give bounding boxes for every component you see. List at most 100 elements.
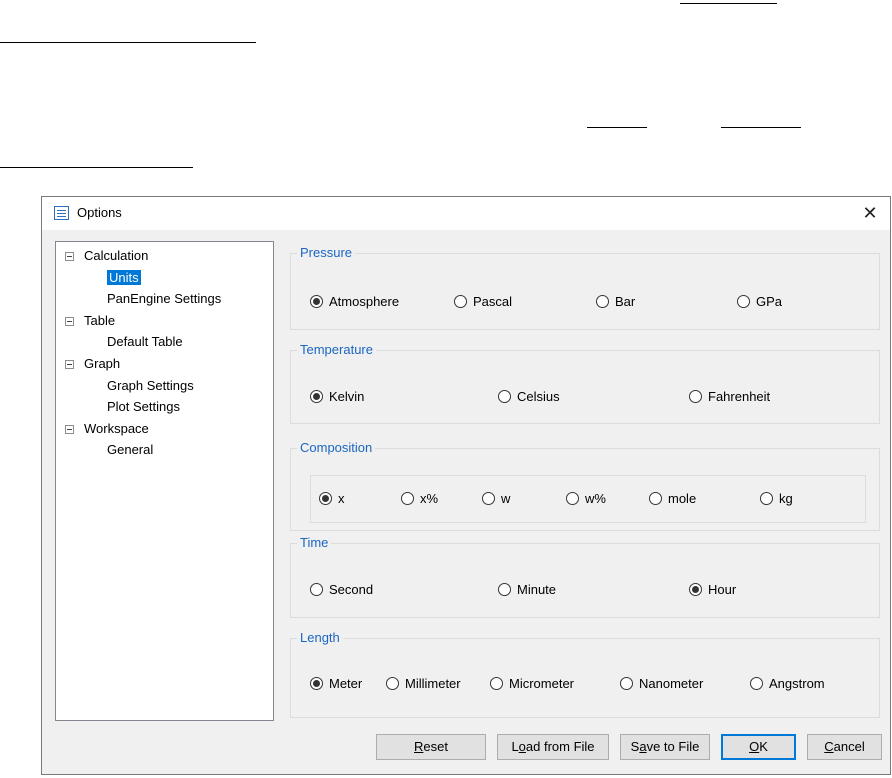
radio-checked-icon[interactable] [310,677,323,690]
radio-label: Minute [517,582,557,597]
tree-item-table[interactable]: Table [65,311,115,331]
save-to-file-button[interactable]: Save to File [620,734,710,760]
options-dialog: Options ✕ Calculation Units PanEngine Sett… [41,196,891,775]
tree-item-calculation[interactable]: Calculation [65,246,148,266]
tree-item-label: PanEngine Settings [107,291,222,307]
tree-item-units[interactable]: Units [107,268,141,288]
pressure-group: Pressure Atmosphere Pascal Bar GPa [290,245,880,330]
length-radio-millimeter[interactable]: Millimeter [386,676,461,692]
ok-button[interactable]: OK [721,734,796,760]
temperature-group: Temperature Kelvin Celsius Fahrenheit [290,342,880,424]
radio-label: Hour [708,582,737,597]
radio-unchecked-icon[interactable] [750,677,763,690]
radio-label: kg [779,491,793,506]
tree-collapse-icon[interactable] [65,360,74,369]
tree-item-label: Units [107,269,141,285]
underline-decoration [721,127,801,128]
tree-item-panengine-settings[interactable]: PanEngine Settings [107,289,221,309]
composition-radio-w[interactable]: w [482,491,510,507]
radio-unchecked-icon[interactable] [401,492,414,505]
composition-radio-mole[interactable]: mole [649,491,696,507]
length-radio-micrometer[interactable]: Micrometer [490,676,574,692]
radio-label: Bar [615,294,636,309]
pressure-radio-atmosphere[interactable]: Atmosphere [310,294,399,310]
radio-label: mole [668,491,697,506]
radio-unchecked-icon[interactable] [737,295,750,308]
radio-label: Atmosphere [329,294,400,309]
tree-collapse-icon[interactable] [65,316,74,326]
dialog-title: Options [77,205,122,220]
load-from-file-button[interactable]: Load from File [497,734,609,760]
tree-item-graph[interactable]: Graph [65,354,121,374]
temperature-radio-kelvin[interactable]: Kelvin [310,389,364,405]
length-group-title: Length [297,630,343,646]
time-group: Time Second Minute Hour [290,535,880,618]
radio-label: w% [585,491,606,506]
length-radio-meter[interactable]: Meter [310,676,362,692]
radio-unchecked-icon[interactable] [649,492,662,505]
radio-unchecked-icon[interactable] [490,677,503,690]
radio-label: Micrometer [509,676,575,691]
composition-radio-kg[interactable]: kg [760,491,793,507]
radio-label: x% [420,491,439,506]
composition-radio-xpct[interactable]: x% [401,491,438,507]
radio-unchecked-icon[interactable] [620,677,633,690]
radio-label: Nanometer [639,676,704,691]
tree-item-default-table[interactable]: Default Table [107,332,183,352]
length-group: Length Meter Millimeter Micrometer Nanomete… [290,630,880,718]
composition-group: Composition x x% w w% mole kg [290,440,880,531]
reset-button[interactable]: Reset [376,734,486,760]
composition-group-title: Composition [297,440,376,456]
radio-label: x [338,491,345,506]
composition-radio-x[interactable]: x [319,491,345,507]
radio-label: Pascal [473,294,513,309]
radio-label: Celsius [517,389,560,404]
underline-decoration [680,3,777,4]
tree-collapse-icon[interactable] [65,252,74,261]
underline-decoration [587,127,647,128]
radio-checked-icon[interactable] [310,390,323,403]
tree-item-label: Default Table [107,334,183,350]
tree-item-label: General [107,442,154,458]
radio-unchecked-icon[interactable] [454,295,467,308]
radio-unchecked-icon[interactable] [498,583,511,596]
tree-item-general[interactable]: General [107,440,153,460]
time-radio-hour[interactable]: Hour [689,582,736,598]
radio-label: w [501,491,511,506]
radio-unchecked-icon[interactable] [596,295,609,308]
close-icon[interactable]: ✕ [850,197,890,230]
radio-unchecked-icon[interactable] [498,390,511,403]
tree-collapse-icon[interactable] [65,424,74,434]
radio-unchecked-icon[interactable] [482,492,495,505]
time-group-title: Time [297,535,332,551]
temperature-radio-fahrenheit[interactable]: Fahrenheit [689,389,770,405]
radio-checked-icon[interactable] [310,295,323,308]
cancel-button[interactable]: Cancel [807,734,882,760]
composition-radio-wpct[interactable]: w% [566,491,606,507]
pressure-radio-gpa[interactable]: GPa [737,294,782,310]
time-radio-second[interactable]: Second [310,582,373,598]
tree-item-workspace[interactable]: Workspace [65,419,149,439]
tree-item-label: Graph Settings [107,377,194,393]
length-radio-nanometer[interactable]: Nanometer [620,676,703,692]
radio-label: Angstrom [769,676,825,691]
pressure-radio-bar[interactable]: Bar [596,294,635,310]
tree-item-label: Graph [84,356,121,371]
radio-checked-icon[interactable] [689,583,702,596]
length-radio-angstrom[interactable]: Angstrom [750,676,825,692]
temperature-radio-celsius[interactable]: Celsius [498,389,560,405]
radio-unchecked-icon[interactable] [386,677,399,690]
radio-label: GPa [756,294,783,309]
radio-unchecked-icon[interactable] [310,583,323,596]
options-tree[interactable]: Calculation Units PanEngine Settings Table D… [55,241,274,721]
underline-decoration [0,42,256,43]
tree-item-graph-settings[interactable]: Graph Settings [107,376,194,396]
radio-unchecked-icon[interactable] [566,492,579,505]
pressure-radio-pascal[interactable]: Pascal [454,294,512,310]
tree-item-plot-settings[interactable]: Plot Settings [107,397,180,417]
radio-unchecked-icon[interactable] [689,390,702,403]
radio-checked-icon[interactable] [319,492,332,505]
radio-label: Meter [329,676,363,691]
radio-unchecked-icon[interactable] [760,492,773,505]
time-radio-minute[interactable]: Minute [498,582,556,598]
